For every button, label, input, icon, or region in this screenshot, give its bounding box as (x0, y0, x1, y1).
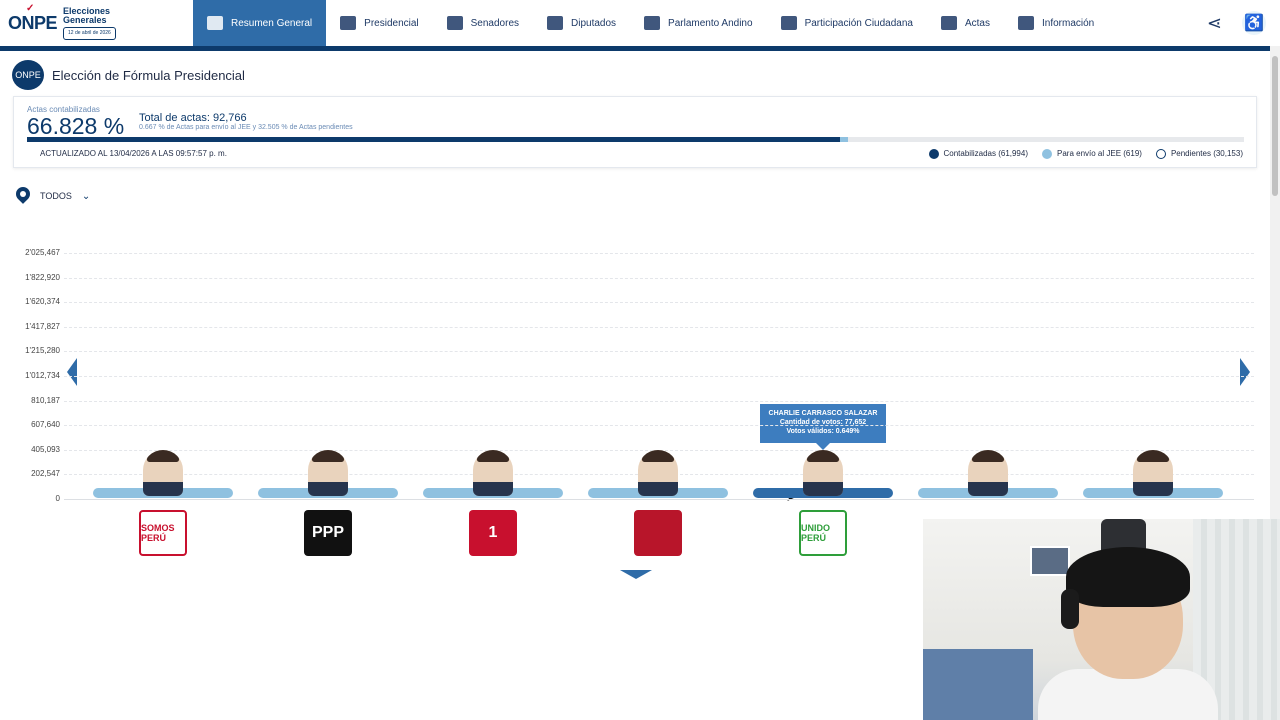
nav-underline (0, 46, 1270, 51)
candidate-photo (968, 450, 1008, 496)
person-hair (1066, 547, 1190, 607)
y-tick-label: 1'620,374 (25, 297, 60, 307)
y-tick-label: 607,640 (31, 420, 60, 430)
scroll-down-arrow[interactable] (620, 570, 652, 579)
wall-poster (1030, 546, 1070, 576)
webcam-overlay (923, 519, 1280, 720)
nav-resumen-general[interactable]: Resumen General (193, 0, 327, 46)
page-title: Elección de Fórmula Presidencial (52, 67, 245, 83)
y-tick-label: 202,547 (31, 469, 60, 479)
party-logo: 1 (469, 510, 517, 556)
progress-fill-counted (27, 137, 841, 142)
bed (923, 649, 1033, 720)
candidate-photo (803, 450, 843, 496)
y-tick-label: 1'012,734 (25, 371, 60, 380)
candidate-column[interactable]: PPP (258, 450, 398, 560)
senate-icon (446, 16, 463, 30)
party-logo: UNIDO PERÚ (799, 510, 847, 556)
y-tick-label: 1'822,920 (25, 272, 60, 282)
logo-date: 12 de abril de 2026 (63, 26, 116, 40)
headset-icon (1061, 589, 1079, 629)
y-tick-label: 2'025,467 (25, 248, 60, 257)
grid-line (64, 400, 1254, 402)
legend-jee: Para envío al JEE (619) (1042, 149, 1142, 159)
y-tick-label: 1'417,827 (25, 321, 60, 331)
progress-bar (27, 137, 1244, 142)
nav-informacion[interactable]: Información (1004, 0, 1108, 46)
filter-label: TODOS (40, 191, 72, 201)
candidate-column[interactable]: UNIDO PERÚ (753, 450, 893, 560)
info-document-icon (1017, 16, 1034, 30)
candidate-column[interactable]: 1 (423, 450, 563, 560)
grid-line (64, 425, 1254, 427)
chart-next-arrow[interactable] (1240, 358, 1250, 386)
candidate-tooltip: CHARLIE CARRASCO SALAZAR Cantidad de vot… (760, 404, 886, 450)
candidate-photo (473, 450, 513, 496)
people-icon (780, 16, 797, 30)
tooltip-name: CHARLIE CARRASCO SALAZAR (768, 410, 878, 417)
party-logo: SOMOS PERÚ (139, 510, 187, 556)
grid-line (64, 351, 1254, 353)
accessibility-icon[interactable]: ♿ (1242, 11, 1266, 35)
andean-parliament-icon (644, 16, 661, 30)
grid-line (64, 326, 1254, 328)
nav-presidencial[interactable]: Presidencial (326, 0, 432, 46)
logo-title: Elecciones Generales (63, 5, 111, 25)
location-pin-icon (16, 187, 30, 205)
nav-participacion-ciudadana[interactable]: Participación Ciudadana (767, 0, 927, 46)
actas-percent: 66.828 % (27, 113, 125, 139)
y-tick-label: 1'215,280 (25, 346, 60, 356)
nav-actas[interactable]: Actas (927, 0, 1004, 46)
share-icon[interactable]: ⋖ (1207, 13, 1222, 34)
onpe-logo[interactable]: ✓ ONPE Elecciones Generales 12 de abril d… (0, 0, 193, 46)
logo-mark: ✓ ONPE (8, 2, 58, 33)
scroll-thumb[interactable] (1272, 56, 1278, 196)
nav-diputados[interactable]: Diputados (533, 0, 630, 46)
presidential-seal-icon (340, 16, 357, 30)
grid-line (64, 376, 1254, 377)
top-navigation: ✓ ONPE Elecciones Generales 12 de abril d… (0, 0, 1280, 46)
page-header: ONPE Elección de Fórmula Presidencial (12, 60, 245, 90)
checklist-icon (940, 16, 957, 30)
y-tick-label: 810,187 (31, 395, 60, 405)
peru-seal-icon: ONPE (12, 60, 44, 90)
region-filter[interactable]: TODOS ⌄ (16, 187, 90, 205)
total-actas: Total de actas: 92,766 (139, 112, 247, 124)
progress-fill-jee (840, 137, 849, 142)
chevron-down-icon: ⌄ (81, 190, 91, 202)
nav-parlamento-andino[interactable]: Parlamento Andino (630, 0, 767, 46)
updated-timestamp: ACTUALIZADO AL 13/04/2026 A LAS 09:57:57… (40, 149, 227, 158)
legend-pendientes: Pendientes (30,153) (1155, 149, 1243, 159)
grid-line (64, 253, 1254, 254)
grid-line (64, 302, 1254, 304)
legend-dot (928, 149, 939, 159)
candidate-photo (1133, 450, 1173, 496)
legend-dot (1155, 149, 1166, 159)
chart-prev-arrow[interactable] (67, 358, 77, 386)
y-tick-label: 0 (55, 494, 60, 503)
party-logo: PPP (304, 510, 352, 556)
progress-card: Actas contabilizadas 66.828 % Total de a… (13, 96, 1257, 168)
legend-contabilizadas: Contabilizadas (61,994) (928, 149, 1028, 159)
dashboard-icon (207, 16, 223, 30)
actas-subtext: 0.667 % de Actas para envío al JEE y 32.… (139, 124, 353, 131)
tooltip-valid: Votos válidos: 0.649% (786, 428, 860, 435)
candidate-photo (143, 450, 183, 496)
candidate-column[interactable]: SOMOS PERÚ (93, 450, 233, 560)
party-logo (634, 510, 682, 556)
candidate-photo (638, 450, 678, 496)
congress-building-icon (547, 16, 564, 30)
candidate-photo (308, 450, 348, 496)
legend-dot (1042, 149, 1052, 159)
nav-senadores[interactable]: Senadores (433, 0, 533, 46)
candidate-column[interactable] (588, 450, 728, 560)
y-tick-label: 405,093 (31, 444, 60, 454)
grid-line (64, 277, 1254, 279)
progress-legend: Contabilizadas (61,994) Para envío al JE… (928, 149, 1243, 159)
